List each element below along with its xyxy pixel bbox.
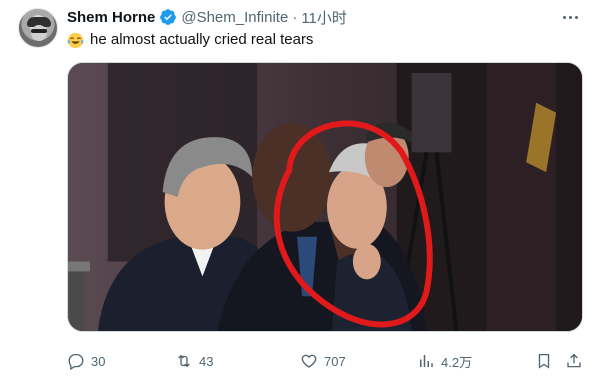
tweet-media-image[interactable] — [67, 62, 583, 332]
analytics-icon — [420, 355, 433, 367]
photo-scene — [68, 63, 582, 331]
views-button[interactable]: 4.2万 — [417, 350, 472, 372]
avatar-face — [31, 25, 47, 41]
tweet-actions: 30 43 707 4.2万 — [67, 350, 583, 372]
bookmark-button[interactable] — [535, 350, 553, 372]
avatar[interactable] — [18, 8, 58, 48]
reply-count: 30 — [91, 353, 106, 369]
tweet-body-text: he almost actually cried real tears — [90, 31, 314, 48]
retweet-icon — [178, 354, 190, 368]
more-dot-icon — [568, 15, 572, 19]
view-count: 4.2万 — [441, 354, 473, 370]
tears-of-joy-emoji-icon — [67, 32, 84, 48]
more-options-button[interactable] — [559, 6, 581, 28]
share-button[interactable] — [565, 350, 583, 372]
tweet-text: he almost actually cried real tears — [67, 30, 313, 50]
heart-icon — [301, 354, 317, 368]
reply-button[interactable]: 30 — [67, 350, 105, 372]
like-count: 707 — [324, 353, 346, 369]
bookmark-icon — [538, 353, 550, 369]
verified-badge-icon — [160, 9, 177, 25]
tweet-header: Shem Horne @Shem_Infinite · 11小时 — [67, 7, 347, 27]
share-icon — [567, 353, 581, 368]
separator-dot: · — [292, 8, 298, 26]
avatar-sunglasses — [31, 29, 47, 33]
author-name[interactable]: Shem Horne — [67, 9, 155, 26]
more-dot-icon — [574, 15, 578, 19]
retweet-count: 43 — [199, 353, 214, 369]
timestamp[interactable]: 11小时 — [301, 7, 347, 28]
tweet-card[interactable]: Shem Horne @Shem_Infinite · 11小时 he almo… — [0, 0, 597, 377]
like-button[interactable]: 707 — [300, 350, 346, 372]
author-handle[interactable]: @Shem_Infinite — [181, 9, 288, 26]
more-dot-icon — [562, 15, 566, 19]
reply-icon — [68, 353, 84, 370]
retweet-button[interactable]: 43 — [175, 350, 213, 372]
